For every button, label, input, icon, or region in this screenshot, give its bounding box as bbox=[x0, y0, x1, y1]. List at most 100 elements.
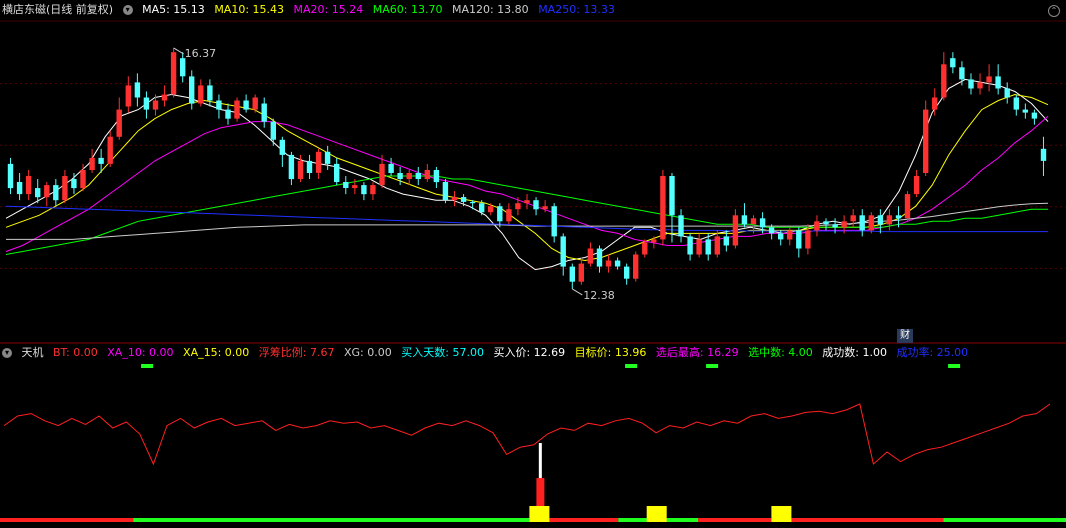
candle-body bbox=[343, 182, 349, 188]
collapse-icon[interactable]: ⌃ bbox=[1048, 5, 1060, 17]
candle-body bbox=[642, 242, 648, 255]
candle-body bbox=[451, 197, 458, 201]
candle-body bbox=[16, 182, 23, 195]
candle-body bbox=[361, 185, 367, 195]
candle-body bbox=[415, 173, 421, 179]
candle-body bbox=[895, 215, 902, 219]
ma-line-ma60 bbox=[5, 175, 1048, 255]
signal-block-1 bbox=[646, 506, 667, 522]
candle-body bbox=[624, 266, 630, 279]
candle-body bbox=[406, 173, 412, 179]
candle-body bbox=[180, 58, 186, 77]
candle-body bbox=[62, 176, 68, 201]
candle-body bbox=[732, 215, 739, 246]
candle-body bbox=[542, 206, 548, 210]
candle-body bbox=[252, 97, 258, 110]
candle-body bbox=[868, 215, 874, 231]
candle-body bbox=[497, 206, 503, 222]
float-ratio-label: 浮筹比例: 7.67 bbox=[258, 346, 335, 359]
candle-body bbox=[605, 260, 612, 267]
candle-body bbox=[469, 202, 476, 204]
candle-body bbox=[352, 185, 358, 189]
candle-body bbox=[578, 263, 584, 282]
buy-price-label: 买入价: 12.69 bbox=[493, 346, 566, 359]
candle-body bbox=[216, 100, 222, 110]
post-high-label: 选后最高: 16.29 bbox=[655, 346, 739, 359]
candle-body bbox=[1040, 148, 1047, 161]
candle-body bbox=[923, 109, 929, 173]
candle-body bbox=[823, 221, 829, 225]
success-rate-label: 成功率: 25.00 bbox=[896, 346, 969, 359]
candle-body bbox=[723, 236, 729, 246]
candle-body bbox=[551, 206, 557, 237]
ma-line-ma10 bbox=[5, 93, 1049, 262]
candle-body bbox=[116, 109, 122, 137]
candle-body bbox=[1004, 88, 1010, 98]
price-legend: 横店东磁(日线 前复权) ▾ MA5: 15.13 MA10: 15.43 MA… bbox=[0, 0, 621, 20]
candle-body bbox=[1013, 97, 1019, 110]
signal-marker-2 bbox=[706, 364, 719, 368]
stock-title: 横店东磁(日线 前复权) bbox=[2, 3, 114, 16]
candle-body bbox=[660, 176, 666, 240]
candle-body bbox=[678, 215, 684, 237]
candle-body bbox=[850, 215, 856, 222]
candle-body bbox=[243, 100, 249, 110]
low-pointer bbox=[572, 288, 583, 296]
candle-body bbox=[152, 100, 159, 110]
dropdown-icon[interactable]: ▾ bbox=[122, 5, 133, 15]
candle-body bbox=[995, 76, 1001, 89]
ma60-label: MA60: 13.70 bbox=[372, 3, 443, 16]
candle-body bbox=[442, 182, 449, 201]
candle-body bbox=[814, 221, 820, 231]
candle-body bbox=[279, 139, 285, 155]
candle-body bbox=[533, 200, 539, 210]
candle-body bbox=[506, 209, 512, 222]
candle-body bbox=[932, 97, 938, 110]
finance-badge[interactable]: 财 bbox=[897, 329, 913, 343]
candle-body bbox=[1022, 109, 1028, 113]
candle-body bbox=[859, 215, 865, 231]
candle-body bbox=[1031, 112, 1038, 119]
strip-segment-1 bbox=[133, 518, 534, 522]
candle-body bbox=[959, 67, 965, 80]
candle-body bbox=[968, 79, 974, 89]
candle-body bbox=[596, 248, 603, 267]
candle-body bbox=[7, 163, 14, 189]
strip-segment-5 bbox=[788, 518, 944, 522]
candle-body bbox=[288, 154, 295, 180]
candle-body bbox=[687, 236, 693, 255]
target-price-label: 目标价: 13.96 bbox=[574, 346, 647, 359]
candle-body bbox=[705, 239, 711, 255]
high-label: 16.37 bbox=[185, 47, 217, 60]
candle-body bbox=[515, 203, 521, 210]
signal-block-2 bbox=[771, 506, 792, 522]
candle-body bbox=[904, 194, 911, 219]
candle-body bbox=[261, 103, 267, 122]
indicator-name: 天机 bbox=[21, 346, 44, 359]
candle-body bbox=[787, 230, 793, 240]
candle-body bbox=[696, 239, 702, 255]
candle-body bbox=[841, 221, 847, 228]
candle-body bbox=[877, 215, 884, 225]
candle-body bbox=[569, 266, 575, 282]
selected-count-label: 选中数: 4.00 bbox=[748, 346, 813, 359]
candle-body bbox=[25, 176, 32, 195]
signal-marker-1 bbox=[625, 364, 638, 368]
candle-body bbox=[714, 236, 720, 255]
candle-body bbox=[950, 58, 956, 68]
ma10-label: MA10: 15.43 bbox=[214, 3, 285, 16]
candle-body bbox=[334, 163, 340, 182]
candle-body bbox=[324, 151, 331, 164]
candle-body bbox=[759, 218, 766, 228]
stock-chart[interactable]: 16.37 12.38 bbox=[0, 0, 1066, 528]
signal-marker-0 bbox=[141, 364, 154, 368]
indicator-dropdown-icon[interactable]: ▾ bbox=[2, 348, 12, 358]
xa10-label: XA_10: 0.00 bbox=[107, 346, 174, 359]
candle-body bbox=[234, 100, 240, 119]
xa15-label: XA_15: 0.00 bbox=[183, 346, 250, 359]
candle-body bbox=[750, 218, 757, 225]
candle-body bbox=[134, 82, 141, 98]
candle-body bbox=[488, 206, 494, 213]
signal-block-0 bbox=[529, 506, 550, 522]
candle-body bbox=[370, 185, 376, 195]
